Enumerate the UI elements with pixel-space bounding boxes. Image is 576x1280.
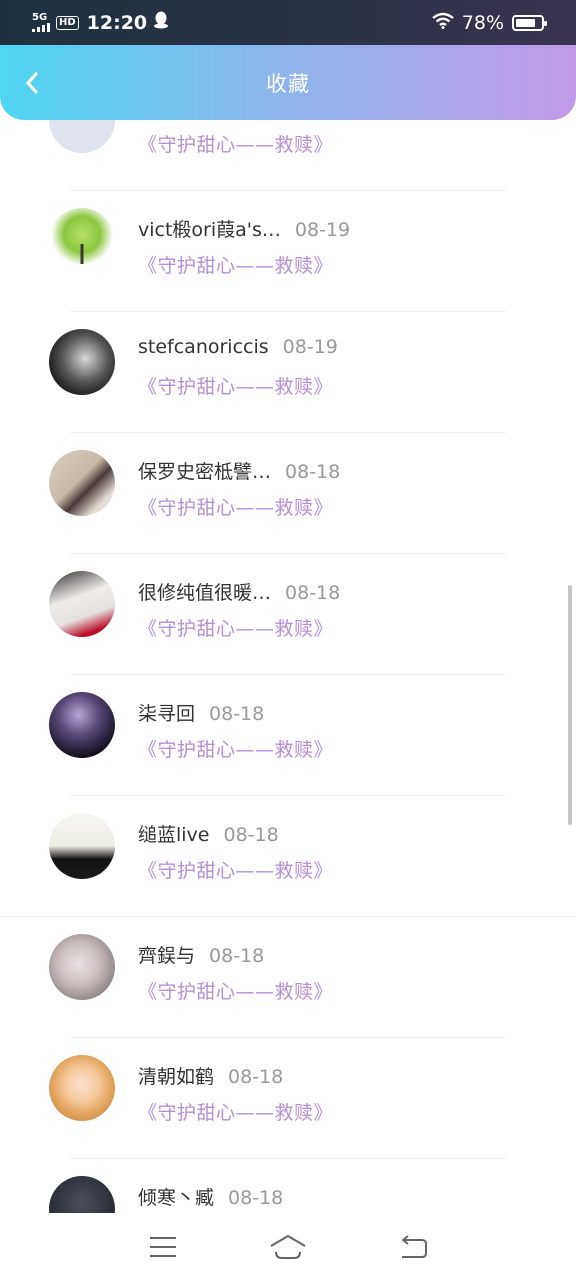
status-left: 5G HD 12:20 <box>32 11 169 34</box>
menu-icon <box>149 1236 176 1257</box>
story-title[interactable]: 《守护甜心——救赎》 <box>138 130 333 157</box>
avatar <box>49 1176 115 1213</box>
date: 08-19 <box>294 219 351 241</box>
signal-icon: 5G <box>32 13 50 32</box>
clock: 12:20 <box>86 11 148 34</box>
list-item[interactable]: vict椴ori葭a's… 08-19 《守护甜心——救赎》 <box>0 191 576 312</box>
home-icon <box>270 1234 306 1259</box>
avatar <box>49 208 115 274</box>
date: 08-18 <box>228 1187 284 1209</box>
avatar <box>49 450 115 516</box>
user-name: 倾寒丶臧 08-18 <box>138 1187 284 1209</box>
list-item[interactable]: 很修纯值很暖… 08-18 《守护甜心——救赎》 <box>0 554 576 675</box>
list-item[interactable]: 柒寻回 08-18 《守护甜心——救赎》 <box>0 675 576 796</box>
avatar <box>49 692 115 758</box>
qq-icon <box>153 11 169 34</box>
story-title[interactable]: 《守护甜心——救赎》 <box>138 977 333 1004</box>
return-icon <box>402 1234 428 1258</box>
user-name: 清朝如鹤 08-18 <box>138 1066 284 1088</box>
list-item[interactable]: 倾寒丶臧 08-18 <box>0 1159 576 1213</box>
user-name: stefcanoriccis 08-19 <box>138 336 338 358</box>
list-item[interactable]: 齊鋘与 08-18 《守护甜心——救赎》 <box>0 917 576 1038</box>
favorites-list[interactable]: 《守护甜心——救赎》 vict椴ori葭a's… 08-19 《守护甜心——救赎》… <box>0 120 576 1213</box>
network-type: 5G <box>32 12 48 23</box>
user-name: 齊鋘与 08-18 <box>138 945 265 967</box>
avatar <box>49 120 115 153</box>
user-name: vict椴ori葭a's… 08-19 <box>138 219 351 241</box>
avatar <box>49 1055 115 1121</box>
wifi-icon <box>432 12 454 34</box>
user-name: 很修纯值很暖… 08-18 <box>138 582 341 604</box>
avatar <box>49 813 115 879</box>
date: 08-18 <box>285 461 341 483</box>
avatar <box>49 934 115 1000</box>
date: 08-18 <box>285 582 341 604</box>
story-title[interactable]: 《守护甜心——救赎》 <box>138 735 333 762</box>
system-nav-bar <box>0 1213 576 1280</box>
hd-badge: HD <box>56 15 79 30</box>
battery-icon <box>512 14 547 31</box>
user-name: 柒寻回 08-18 <box>138 703 265 725</box>
list-item[interactable]: 缒蓝live 08-18 《守护甜心——救赎》 <box>0 796 576 917</box>
date: 08-18 <box>209 703 265 725</box>
list-item[interactable]: 保罗史密柢譬… 08-18 《守护甜心——救赎》 <box>0 433 576 554</box>
battery-percent: 78% <box>461 11 504 34</box>
user-name: 保罗史密柢譬… 08-18 <box>138 461 341 483</box>
menu-button[interactable] <box>143 1227 183 1267</box>
status-right: 78% <box>432 11 547 34</box>
list-item[interactable]: stefcanoriccis 08-19 《守护甜心——救赎》 <box>0 312 576 433</box>
scrollbar[interactable] <box>568 585 572 825</box>
date: 08-18 <box>209 945 265 967</box>
story-title[interactable]: 《守护甜心——救赎》 <box>138 251 333 278</box>
story-title[interactable]: 《守护甜心——救赎》 <box>138 372 333 399</box>
story-title[interactable]: 《守护甜心——救赎》 <box>138 614 333 641</box>
date: 08-18 <box>223 824 279 846</box>
status-bar: 5G HD 12:20 78% <box>0 0 576 45</box>
story-title[interactable]: 《守护甜心——救赎》 <box>138 1098 333 1125</box>
date: 08-19 <box>282 336 338 358</box>
page-title: 收藏 <box>266 71 310 96</box>
story-title[interactable]: 《守护甜心——救赎》 <box>138 856 333 883</box>
back-button[interactable] <box>18 67 46 99</box>
list-item[interactable]: 《守护甜心——救赎》 <box>0 120 576 191</box>
user-name: 缒蓝live 08-18 <box>138 824 279 846</box>
date: 08-18 <box>228 1066 284 1088</box>
avatar <box>49 571 115 637</box>
chevron-left-icon <box>26 72 38 94</box>
story-title[interactable]: 《守护甜心——救赎》 <box>138 493 333 520</box>
avatar <box>49 329 115 395</box>
home-button[interactable] <box>268 1227 308 1267</box>
app-header: 收藏 <box>0 45 576 120</box>
return-button[interactable] <box>393 1227 433 1267</box>
list-item[interactable]: 清朝如鹤 08-18 《守护甜心——救赎》 <box>0 1038 576 1159</box>
